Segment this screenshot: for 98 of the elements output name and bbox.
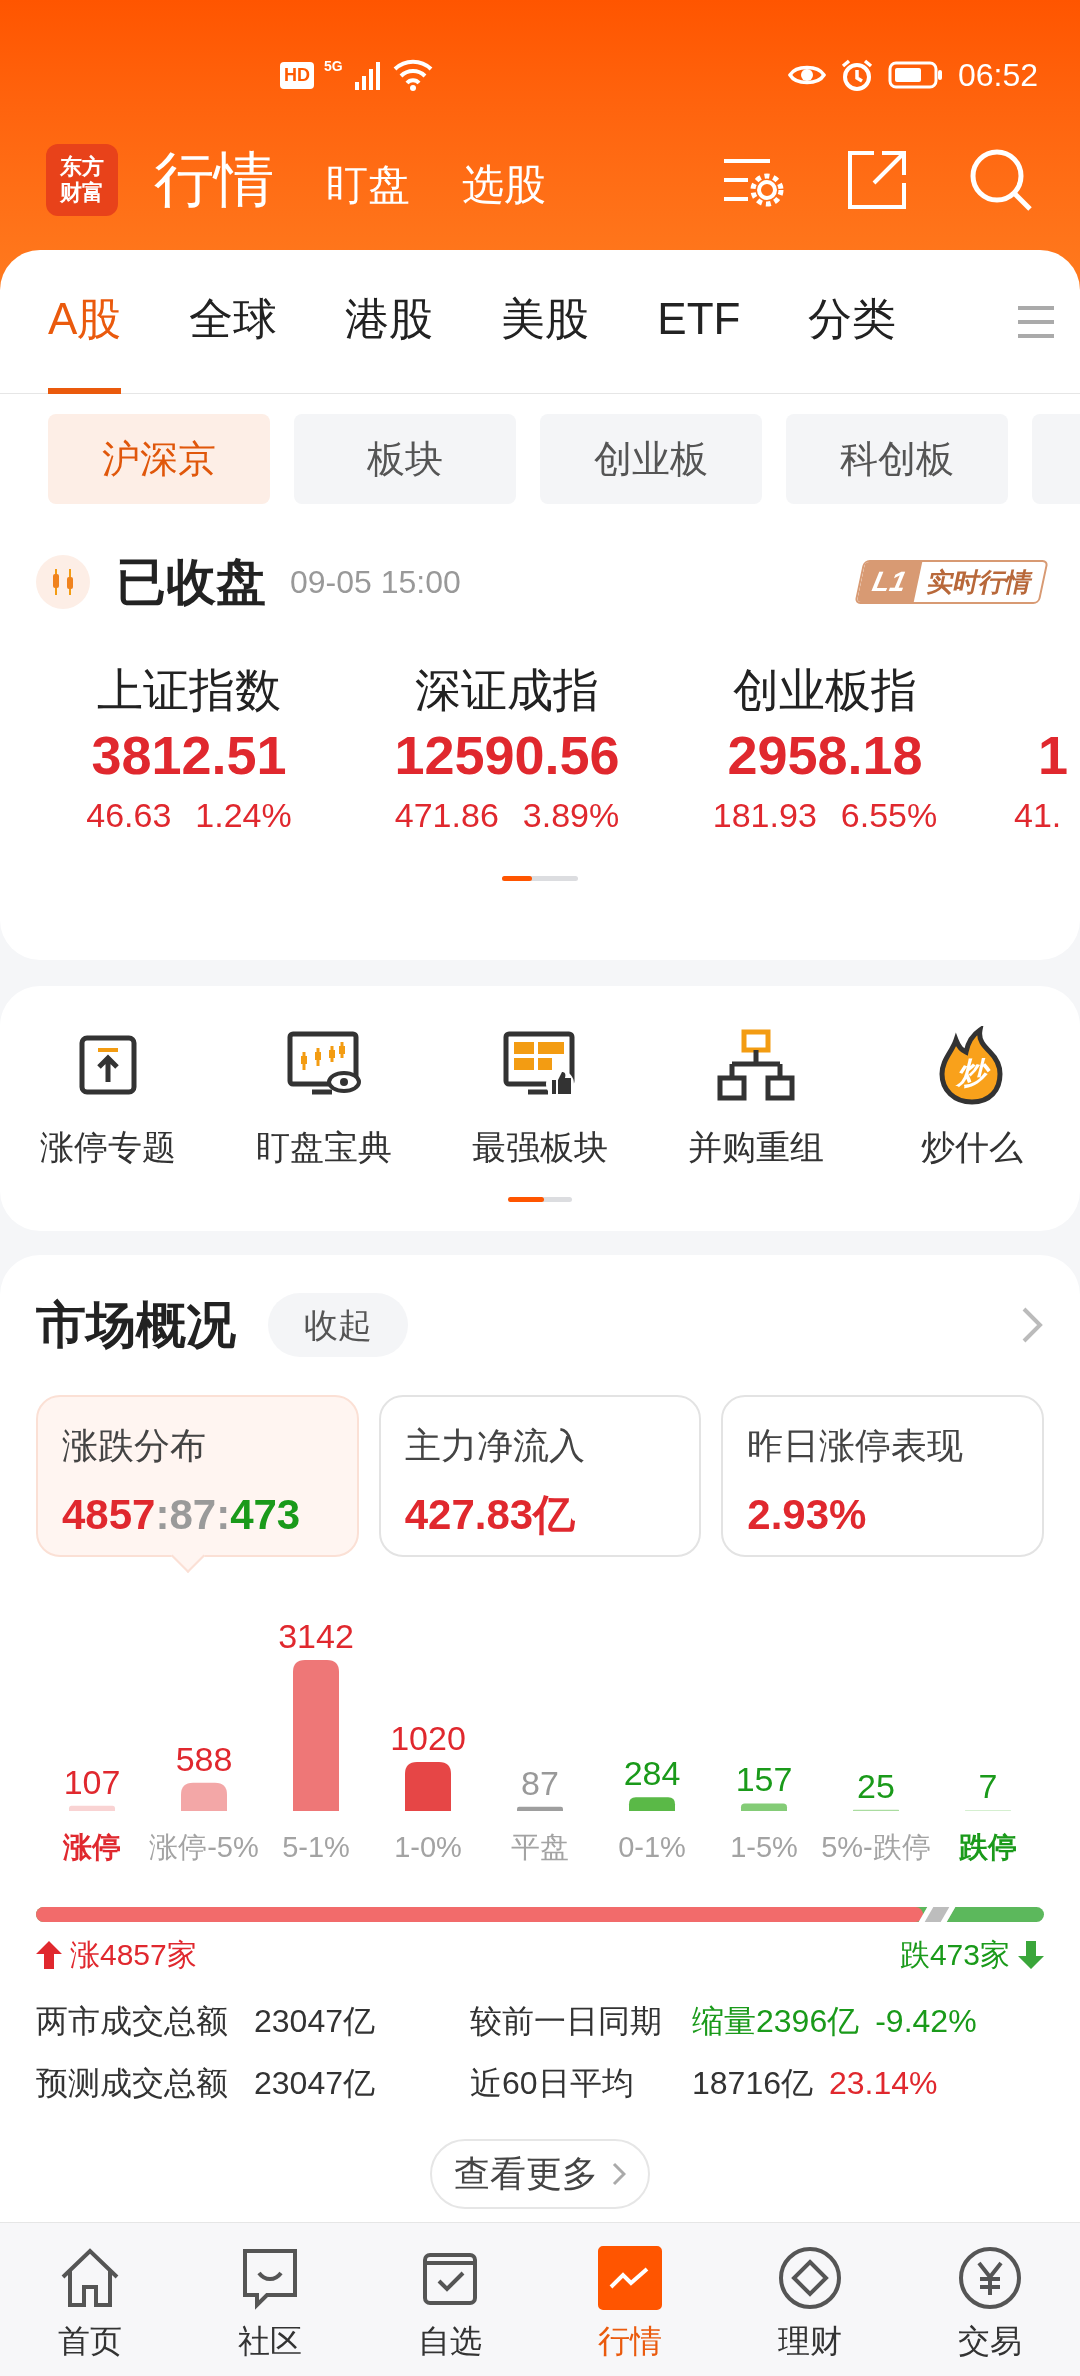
bar-category: 0-1% (618, 1831, 686, 1863)
session-status: 已收盘 (116, 552, 266, 612)
index-percent: 1.24% (195, 795, 292, 836)
market-tab[interactable]: ETF (657, 249, 741, 394)
compare-value: 18716亿 (692, 2064, 813, 2103)
market-tab[interactable]: 分类 (808, 249, 897, 394)
arrow-down-icon (1018, 1940, 1044, 1969)
index-change: 46.63 (86, 795, 172, 836)
compare-percent: 23.14% (829, 2064, 938, 2103)
stat-label: 预测成交总额 (36, 2064, 229, 2103)
signal-icon (352, 60, 383, 90)
bar-value: 87 (521, 1763, 559, 1802)
hd-indicator: HD (280, 61, 314, 89)
rising-count: 涨4857家 (70, 1937, 197, 1973)
market-tab[interactable]: 港股 (345, 249, 434, 394)
bar-category: 跌停 (959, 1831, 1017, 1863)
card-value: 427.83亿 (404, 1490, 577, 1540)
bar-value: 107 (63, 1762, 121, 1801)
bar-value: 3142 (278, 1617, 354, 1655)
market-tab[interactable]: 全球 (189, 249, 278, 394)
card-label: 主力净流入 (404, 1424, 586, 1468)
clock-time: 06:52 (957, 56, 1038, 95)
filter-chip[interactable]: 创业板 (540, 414, 762, 504)
filter-chip[interactable]: 科创板 (786, 414, 1008, 504)
candlestick-icon (36, 555, 90, 609)
summary-card[interactable]: 涨跌分布 4857:87:473 (36, 1395, 359, 1557)
wifi-icon (392, 59, 433, 91)
bar-category: 1-5% (730, 1831, 798, 1863)
card-value: 4857:87:473 (62, 1490, 302, 1540)
market-tab[interactable]: 美股 (501, 249, 590, 394)
index-percent: 3.89% (522, 795, 620, 836)
card-value: 2.93% (747, 1490, 868, 1540)
bar-value: 25 (857, 1766, 895, 1805)
falling-count: 跌473家 (899, 1937, 1010, 1973)
page-title: 行情 (154, 150, 274, 210)
summary-card[interactable]: 主力净流入 427.83亿 (378, 1395, 702, 1557)
index-value: 3812.51 (91, 724, 287, 787)
collapse-button[interactable]: 收起 (268, 1293, 408, 1357)
bar-category: 5%-跌停 (821, 1831, 931, 1863)
compare-percent: -9.42% (875, 2002, 977, 2041)
bar-category: 涨停 (63, 1831, 121, 1863)
bar-category: 5-1% (282, 1831, 350, 1863)
nav-item[interactable]: 社区 (180, 2245, 360, 2376)
bar-value: 1020 (390, 1719, 466, 1757)
arrow-up-icon (36, 1940, 62, 1969)
bar-value: 588 (175, 1739, 233, 1778)
alarm-icon (839, 58, 874, 92)
index-name: 创业板指 (733, 663, 917, 718)
shortcut-item[interactable]: 最强板块 (432, 1026, 648, 1173)
card-label: 昨日涨停表现 (747, 1424, 965, 1468)
realtime-badge: L1 实时行情 (854, 560, 1049, 604)
shortcut-item[interactable]: 盯盘宝典 (216, 1026, 432, 1173)
nav-item[interactable]: 交易 (900, 2245, 1080, 2376)
shortcut-item[interactable]: 炒 炒什么 (864, 1026, 1080, 1173)
bar-category: 1-0% (394, 1831, 462, 1863)
shortcut-item[interactable]: 并购重组 (648, 1026, 864, 1173)
view-more-button[interactable]: 查看更多 (430, 2139, 650, 2209)
index-change: 471.86 (394, 795, 499, 836)
bar-category: 平盘 (511, 1831, 569, 1863)
stat-label: 两市成交总额 (36, 2002, 229, 2041)
network-type: 5G (324, 56, 343, 76)
nav-item[interactable]: 首页 (0, 2245, 180, 2376)
line-chart-icon (597, 2245, 663, 2311)
bar-value: 284 (623, 1754, 681, 1793)
nav-item[interactable]: 理财 (720, 2245, 900, 2376)
stat-value: 23047亿 (254, 2002, 376, 2041)
battery-icon (887, 60, 944, 90)
index-value: 2958.18 (727, 724, 923, 787)
summary-card[interactable]: 昨日涨停表现 2.93% (721, 1395, 1044, 1557)
bar-value: 157 (735, 1760, 793, 1799)
stat-value: 23047亿 (254, 2064, 376, 2103)
card-label: 涨跌分布 (62, 1424, 207, 1468)
app-logo: 东方 财富 (46, 144, 118, 216)
page-indicator (508, 1197, 572, 1202)
compare-value: 缩量2396亿 (692, 2002, 860, 2041)
compare-label: 较前一日同期 (470, 2002, 663, 2041)
compare-label: 近60日平均 (470, 2064, 635, 2103)
session-time: 09-05 15:00 (290, 563, 461, 602)
index-change: 181.93 (712, 795, 817, 836)
share-button[interactable] (846, 149, 908, 211)
chevron-right-icon[interactable] (1020, 1305, 1044, 1345)
bar-value: 7 (978, 1767, 998, 1805)
shortcut-item[interactable]: 涨停专题 (0, 1026, 216, 1173)
index-percent: 6.55% (840, 795, 938, 836)
chevron-right-icon (612, 2162, 626, 2186)
nav-item[interactable]: 自选 (360, 2245, 540, 2376)
index-name: 深证成指 (415, 663, 599, 718)
filter-chip[interactable]: 板块 (294, 414, 516, 504)
bar-category: 涨停-5% (149, 1831, 259, 1863)
index-value: 1 (1038, 724, 1069, 787)
flat-segment (918, 1907, 956, 1922)
yen-icon (957, 2245, 1023, 2311)
section-title: 市场概况 (36, 1295, 236, 1355)
index-value: 12590.56 (394, 724, 620, 787)
search-button[interactable] (968, 147, 1034, 213)
market-tab[interactable]: A股 (48, 249, 122, 394)
index-name: 上证指数 (97, 663, 281, 718)
index-change: 41. (1014, 795, 1062, 836)
